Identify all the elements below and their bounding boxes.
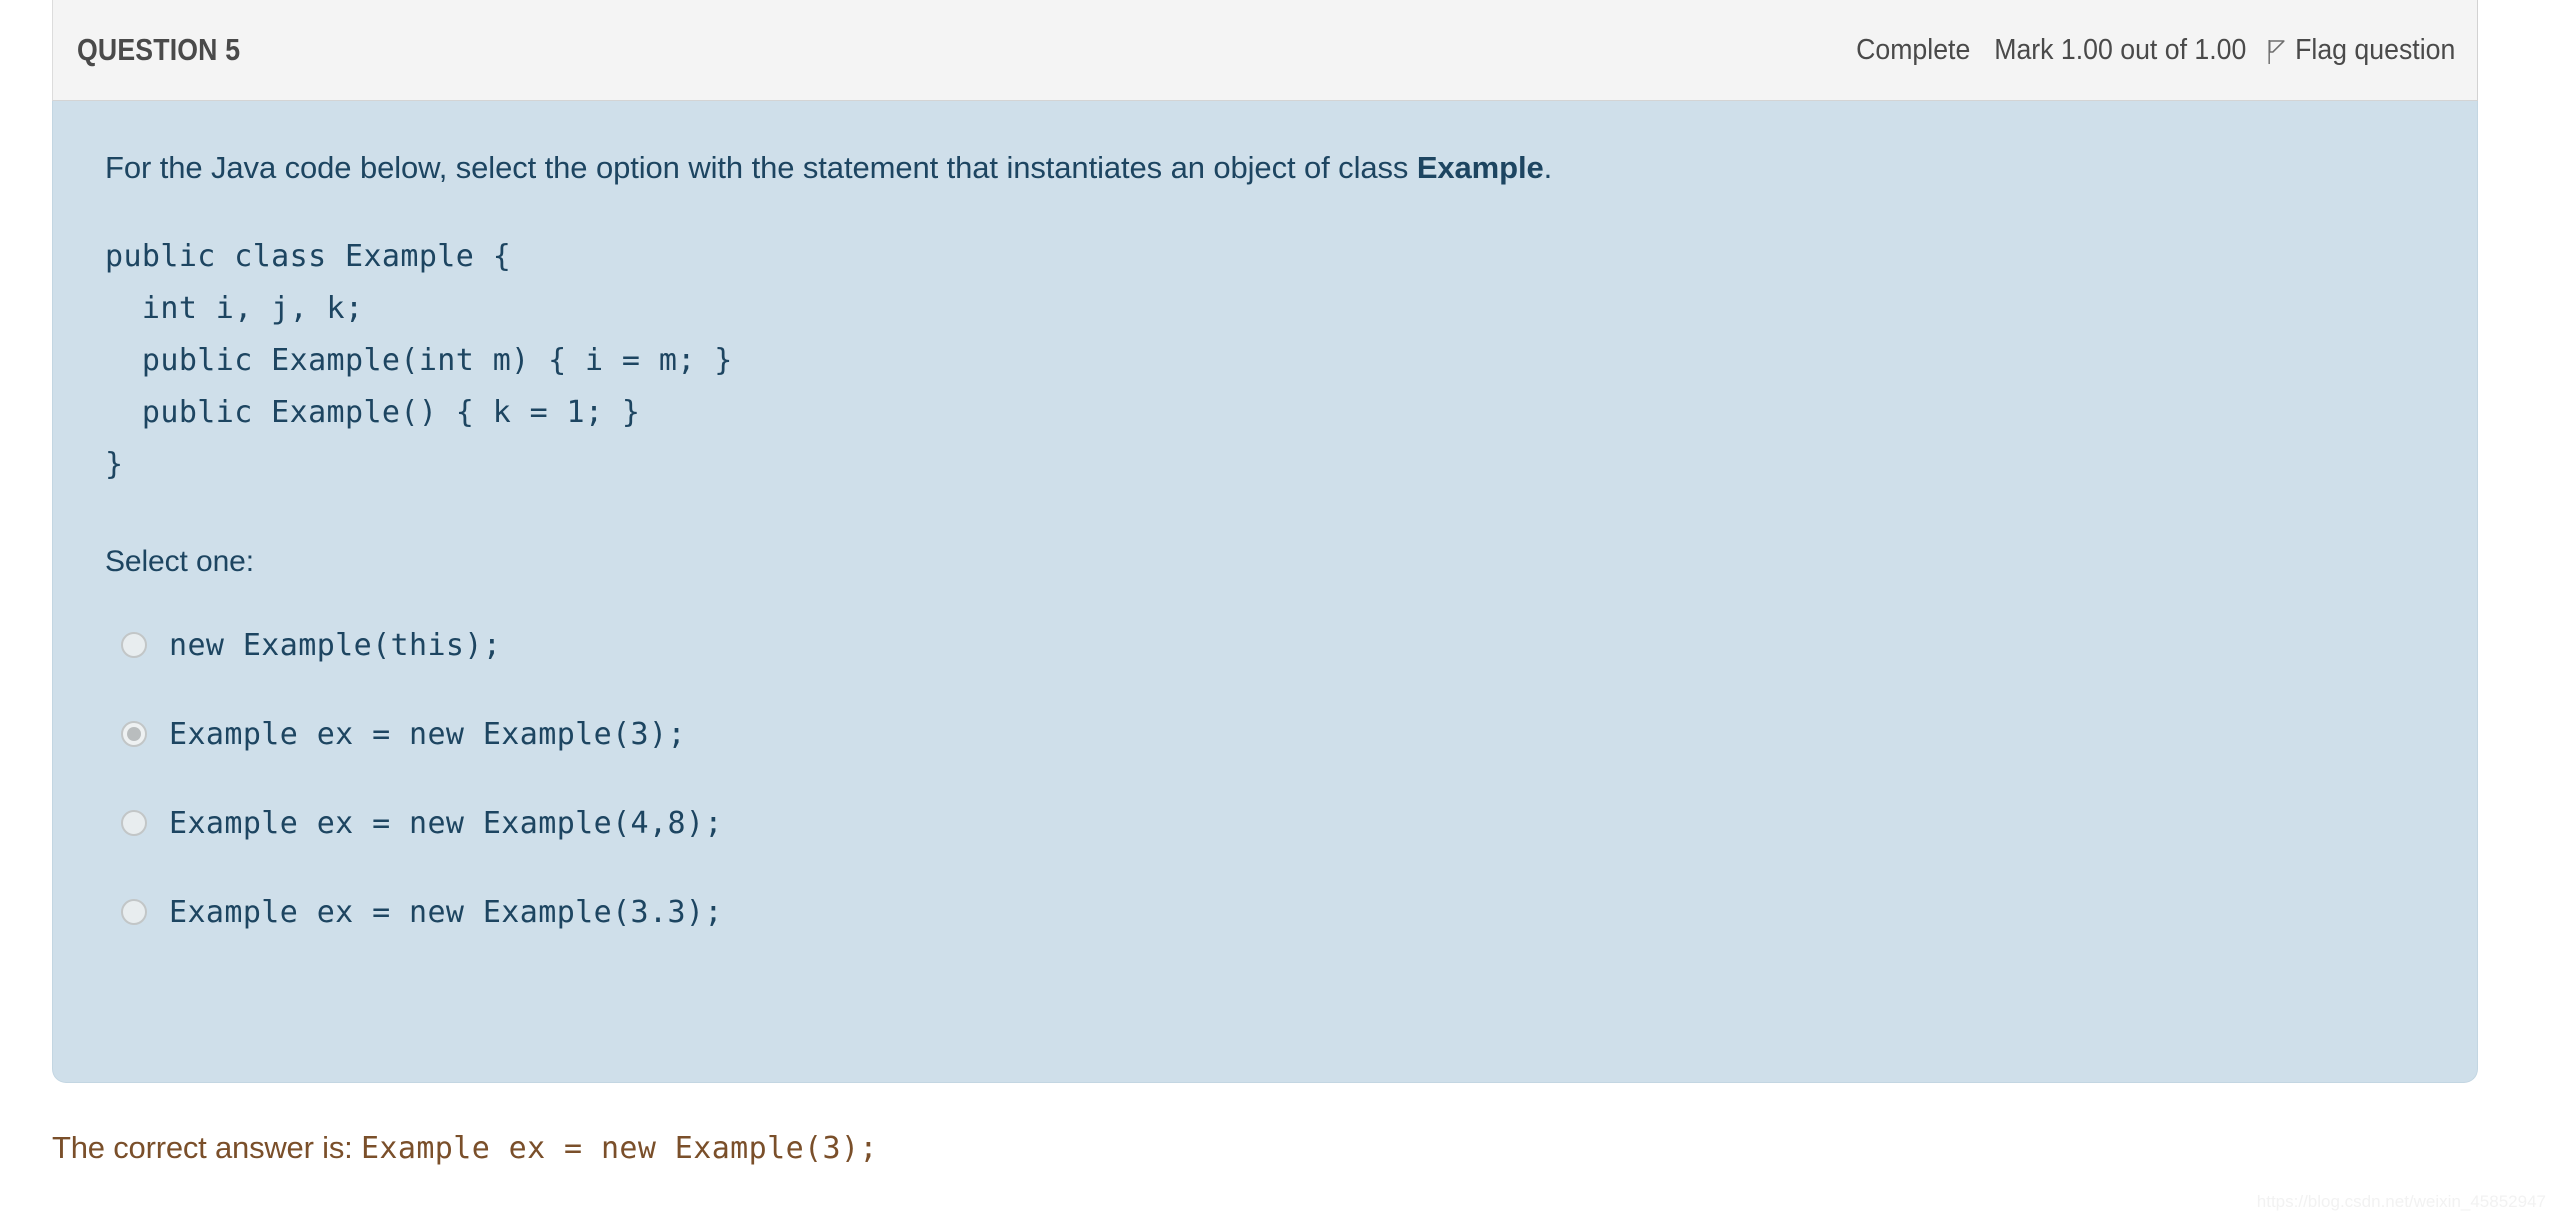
question-header: QUESTION 5 Complete Mark 1.00 out of 1.0… <box>52 0 2478 101</box>
answer-option-label-3: Example ex = new Example(3.3); <box>169 894 723 930</box>
answer-options-list: new Example(this); Example ex = new Exam… <box>105 601 2437 957</box>
page-title: QUESTION 5 <box>77 32 241 67</box>
radio-button-0[interactable] <box>121 632 147 659</box>
grade-text: Mark 1.00 out of 1.00 <box>1993 33 2247 66</box>
correct-answer-feedback: The correct answer is: Example ex = new … <box>52 1130 878 1166</box>
status-badge: Complete <box>1855 33 1970 66</box>
correct-answer-code: Example ex = new Example(3); <box>360 1131 878 1166</box>
question-header-info: Complete Mark 1.00 out of 1.00 Flag ques… <box>1856 34 2455 67</box>
correct-answer-label: The correct answer is: <box>52 1130 361 1165</box>
answer-option-label-0: new Example(this); <box>169 627 502 663</box>
flag-question-label: Flag question <box>2294 33 2455 66</box>
flag-outline-icon <box>2266 39 2286 65</box>
watermark-text: https://blog.csdn.net/weixin_45852947 <box>2256 1192 2546 1211</box>
radio-button-3[interactable] <box>121 899 147 926</box>
answer-option-0[interactable]: new Example(this); <box>105 601 2437 690</box>
question-prompt-before: For the Java code below, select the opti… <box>105 150 1417 185</box>
question-prompt-classname: Example <box>1416 150 1544 185</box>
java-code-block: public class Example { int i, j, k; publ… <box>105 238 733 482</box>
select-one-label: Select one: <box>105 544 255 578</box>
answer-option-2[interactable]: Example ex = new Example(4,8); <box>105 779 2437 868</box>
answer-option-1[interactable]: Example ex = new Example(3); <box>105 690 2437 779</box>
radio-button-2[interactable] <box>121 810 147 837</box>
answer-option-label-2: Example ex = new Example(4,8); <box>169 805 723 841</box>
answer-option-label-1: Example ex = new Example(3); <box>169 716 686 752</box>
flag-question-button[interactable]: Flag question <box>2266 34 2455 67</box>
radio-button-1[interactable] <box>121 721 147 748</box>
question-card: QUESTION 5 Complete Mark 1.00 out of 1.0… <box>52 0 2478 1083</box>
answer-option-3[interactable]: Example ex = new Example(3.3); <box>105 868 2437 957</box>
question-prompt-after: . <box>1543 150 1553 185</box>
question-prompt: For the Java code below, select the opti… <box>105 147 2437 189</box>
question-body: For the Java code below, select the opti… <box>52 101 2478 1083</box>
